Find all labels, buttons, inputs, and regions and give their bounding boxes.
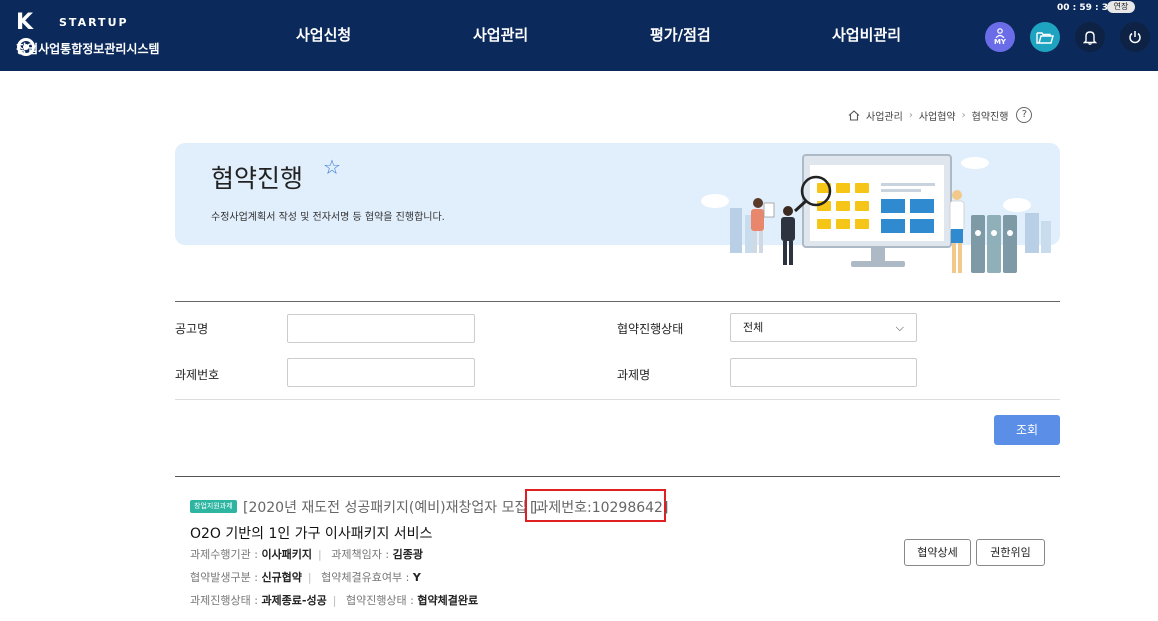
notice-input[interactable] xyxy=(287,314,475,343)
agreement-detail-button[interactable]: 협약상세 xyxy=(904,539,971,566)
meta-label: 협약체결유효여부 : xyxy=(321,571,410,584)
status-label: 협약진행상태 xyxy=(617,322,684,336)
nav-item-apply[interactable]: 사업신청 xyxy=(296,24,351,45)
search-button[interactable]: 조회 xyxy=(994,415,1060,445)
meta-separator: | xyxy=(332,594,337,607)
folder-icon xyxy=(1036,31,1054,44)
meta-label: 과제책임자 : xyxy=(331,548,390,561)
nav-item-manage[interactable]: 사업관리 xyxy=(473,24,528,45)
form-divider-bottom xyxy=(175,399,1060,400)
my-label: MY xyxy=(993,38,1007,46)
bell-icon xyxy=(1083,30,1097,45)
meta-value: 협약체결완료 xyxy=(417,594,479,607)
meta-separator: | xyxy=(307,571,312,584)
page-title: 협약진행 xyxy=(211,164,304,193)
status-select[interactable]: 전체 ⌵ xyxy=(730,313,917,342)
meta-row: 협약발생구분 : 신규협약 | 협약체결유효여부 : Y xyxy=(190,569,421,585)
result-divider xyxy=(175,476,1060,477)
task-no-label: 과제번호 xyxy=(175,368,220,382)
logout-button[interactable] xyxy=(1120,22,1150,52)
task-name-input[interactable] xyxy=(730,358,917,387)
task-no-input[interactable] xyxy=(287,358,475,387)
meta-row: 과제진행상태 : 과제종료-성공 | 협약진행상태 : 협약체결완료 xyxy=(190,592,478,608)
meta-value: Y xyxy=(412,571,421,584)
breadcrumb-item-current: 협약진행 xyxy=(971,111,1009,123)
session-timer: 00 : 59 : 32 xyxy=(1057,3,1115,13)
notice-label: 공고명 xyxy=(175,322,209,336)
meta-label: 과제수행기관 : xyxy=(190,548,258,561)
task-number: [과제번호:10298642] xyxy=(530,500,669,516)
form-divider-top xyxy=(175,301,1060,302)
page-description: 수정사업계획서 작성 및 전자서명 등 협약을 진행합니다. xyxy=(211,212,445,223)
home-icon[interactable] xyxy=(848,109,860,121)
meta-value: 신규협약 xyxy=(261,571,302,584)
favorite-star-icon[interactable]: ☆ xyxy=(323,155,341,179)
task-name[interactable]: O2O 기반의 1인 가구 이사패키지 서비스 xyxy=(190,523,432,543)
meta-value: 과제종료-성공 xyxy=(261,594,327,607)
chevron-right-icon: › xyxy=(961,109,966,121)
meta-separator: | xyxy=(318,548,322,561)
delegate-authority-button[interactable]: 권한위임 xyxy=(976,539,1045,566)
meta-row: 과제수행기관 : 이사패키지 | 과제책임자 : 김종광 xyxy=(190,546,423,562)
meta-label: 협약발생구분 : xyxy=(190,571,258,584)
extend-session-button[interactable]: 연장 xyxy=(1107,1,1135,13)
folder-button[interactable] xyxy=(1030,22,1060,52)
notification-button[interactable] xyxy=(1075,22,1105,52)
nav-item-budget[interactable]: 사업비관리 xyxy=(832,24,901,45)
meta-label: 협약진행상태 : xyxy=(345,594,414,607)
status-select-value: 전체 xyxy=(743,321,764,334)
banner-illustration xyxy=(701,154,1051,273)
breadcrumb-item-manage[interactable]: 사업관리 xyxy=(866,108,903,123)
user-icon xyxy=(995,28,1005,38)
meta-value: 김종광 xyxy=(392,548,423,561)
breadcrumb-item-agreement[interactable]: 사업협약 xyxy=(919,108,956,123)
chevron-down-icon: ⌵ xyxy=(895,321,904,334)
task-name-label: 과제명 xyxy=(617,368,651,382)
page-banner: 협약진행 ☆ 수정사업계획서 작성 및 전자서명 등 협약을 진행합니다. xyxy=(175,143,1060,273)
chevron-right-icon: › xyxy=(908,109,913,121)
category-badge: 창업지원과제 xyxy=(190,500,237,513)
header: K STARTUP 창업사업통합정보관리시스템 사업신청 사업관리 평가/점검 … xyxy=(0,0,1158,71)
nav-item-evaluate[interactable]: 평가/점검 xyxy=(650,24,711,45)
logo-word: STARTUP xyxy=(59,16,129,29)
logo-subtitle: 창업사업통합정보관리시스템 xyxy=(16,42,160,56)
meta-label: 과제진행상태 : xyxy=(190,594,258,607)
power-icon xyxy=(1129,31,1141,44)
my-page-button[interactable]: MY xyxy=(985,22,1015,52)
help-icon[interactable]: ? xyxy=(1016,107,1033,123)
notice-title: [2020년 재도전 성공패키지(예비)재창업자 모집 ] xyxy=(243,500,538,516)
breadcrumb: 사업관리 › 사업협약 › 협약진행 ? xyxy=(848,107,1033,123)
meta-value: 이사패키지 xyxy=(261,548,313,561)
